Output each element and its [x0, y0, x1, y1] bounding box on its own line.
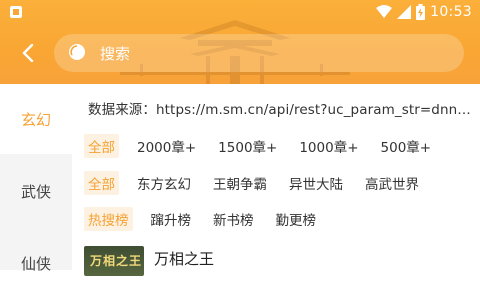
filter-genre-wangchao[interactable]: 王朝争霸	[209, 171, 271, 195]
sidebar-item-xuanhuan[interactable]: 玄幻	[0, 84, 72, 154]
app-notification-icon	[10, 6, 22, 18]
category-sidebar: 玄幻 武侠 仙侠	[0, 84, 72, 273]
filter-genre-yishi[interactable]: 异世大陆	[285, 171, 347, 195]
filter-length-all[interactable]: 全部	[84, 134, 119, 158]
sidebar-item-xianxia[interactable]: 仙侠	[0, 228, 72, 298]
status-right-group: 10:53	[376, 2, 472, 22]
filter-rank-updates[interactable]: 勤更榜	[272, 207, 321, 231]
wifi-icon	[376, 5, 393, 18]
book-title[interactable]: 万相之王	[154, 248, 214, 269]
status-bar: 10:53	[0, 0, 480, 24]
filter-rank-rising[interactable]: 蹿升榜	[147, 207, 196, 231]
filter-genre-dongfang[interactable]: 东方玄幻	[133, 171, 195, 195]
signal-icon	[397, 5, 412, 19]
length-filter-row: 全部 2000章+ 1500章+ 1000章+ 500章+	[84, 134, 449, 158]
battery-charging-icon	[416, 4, 426, 20]
chevron-left-icon	[22, 44, 34, 62]
top-header: 10:53 搜索	[0, 0, 480, 84]
genre-filter-row: 全部 东方玄幻 王朝争霸 异世大陆 高武世界	[84, 171, 437, 195]
filter-rank-hot[interactable]: 热搜榜	[84, 207, 133, 231]
filter-length-1000[interactable]: 1000章+	[295, 134, 362, 158]
filter-genre-gaowu[interactable]: 高武世界	[361, 171, 423, 195]
filter-length-500[interactable]: 500章+	[377, 134, 436, 158]
back-button[interactable]	[14, 38, 42, 68]
filter-length-2000[interactable]: 2000章+	[133, 134, 200, 158]
book-cover[interactable]: 万相之王	[84, 246, 144, 276]
search-bar[interactable]: 搜索	[54, 34, 464, 72]
book-cover-title: 万相之王	[90, 254, 143, 268]
data-source-text: 数据来源：https://m.sm.cn/api/rest?uc_param_s…	[88, 102, 472, 118]
search-placeholder: 搜索	[100, 45, 131, 63]
search-icon	[69, 44, 85, 60]
sidebar-item-wuxia[interactable]: 武侠	[0, 156, 72, 226]
filter-rank-new[interactable]: 新书榜	[209, 207, 258, 231]
filter-genre-all[interactable]: 全部	[84, 171, 119, 195]
filter-length-1500[interactable]: 1500章+	[214, 134, 281, 158]
status-time: 10:53	[430, 4, 472, 20]
ranking-filter-row: 热搜榜 蹿升榜 新书榜 勤更榜	[84, 207, 334, 231]
